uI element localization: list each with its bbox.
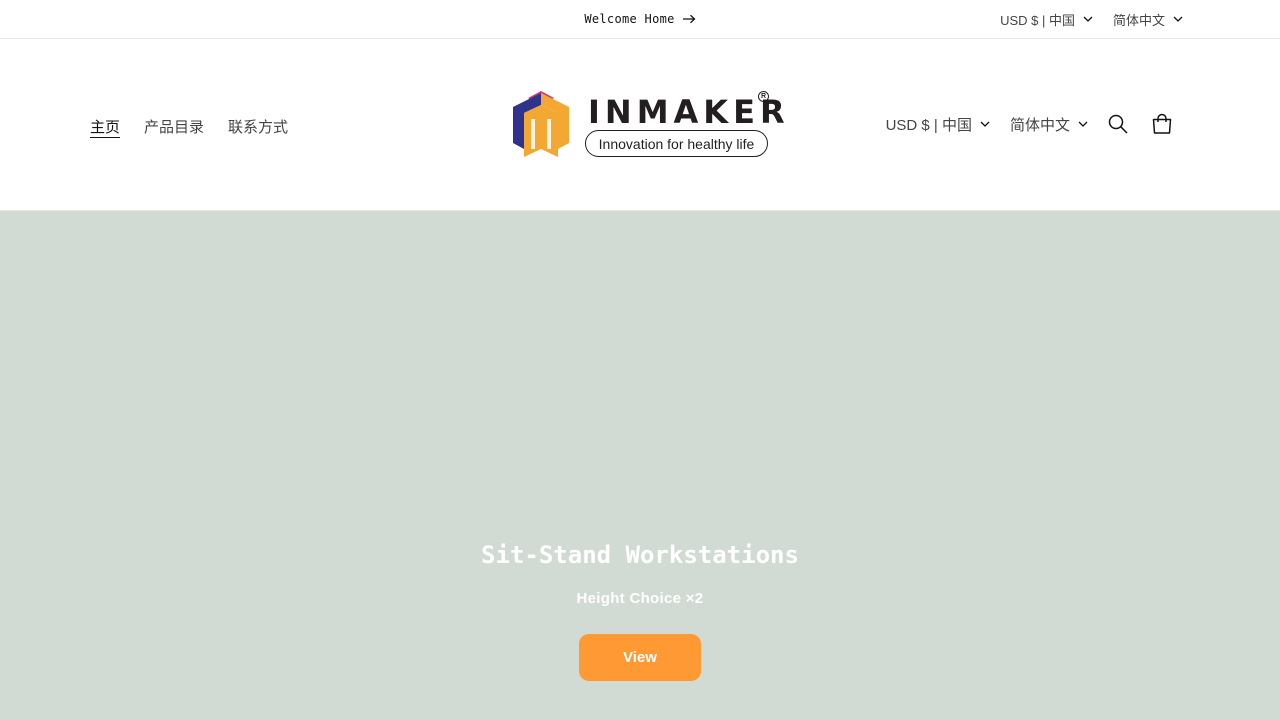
header-currency-label: USD $ | 中国: [885, 116, 972, 134]
top-currency-label: USD $ | 中国: [1000, 12, 1075, 28]
top-localization: USD $ | 中国 简体中文: [1000, 0, 1183, 38]
announcement-bar: Welcome Home USD $ | 中国 简体中文: [0, 0, 1280, 39]
chevron-down-icon: [1173, 16, 1183, 22]
header-actions: USD $ | 中国 简体中文: [886, 108, 1184, 140]
chevron-down-icon: [1078, 121, 1088, 127]
site-logo[interactable]: INMAKER R Innovation for healthy life: [510, 89, 785, 161]
search-button[interactable]: [1096, 102, 1140, 146]
main-nav: 主页 产品目录 联系方式: [78, 112, 300, 141]
logo-registered-mark: R: [758, 91, 769, 102]
cart-button[interactable]: [1140, 102, 1184, 146]
header-currency-selector[interactable]: USD $ | 中国: [886, 114, 990, 135]
top-language-label: 简体中文: [1112, 12, 1165, 28]
hero-title: Sit-Stand Workstations: [481, 541, 799, 569]
cart-icon: [1152, 113, 1172, 134]
hero-view-button[interactable]: View: [579, 634, 701, 681]
top-currency-selector[interactable]: USD $ | 中国: [1000, 10, 1093, 29]
logo-tagline: Innovation for healthy life: [585, 130, 768, 157]
top-language-selector[interactable]: 简体中文: [1113, 10, 1183, 29]
announcement-text: Welcome Home: [584, 12, 675, 26]
nav-item-home[interactable]: 主页: [78, 112, 132, 141]
nav-item-contact[interactable]: 联系方式: [216, 112, 300, 141]
hero-banner: Sit-Stand Workstations Height Choice ×2 …: [0, 211, 1280, 720]
arrow-right-icon: [682, 14, 696, 24]
header-language-label: 简体中文: [1009, 116, 1070, 134]
nav-item-catalog[interactable]: 产品目录: [132, 112, 216, 141]
hero-subtitle: Height Choice ×2: [576, 590, 704, 607]
chevron-down-icon: [980, 121, 990, 127]
header-language-selector[interactable]: 简体中文: [1010, 114, 1088, 135]
site-header: 主页 产品目录 联系方式 INMAKER R Innovation for he…: [0, 39, 1280, 211]
logo-cube-icon: [513, 91, 569, 157]
search-icon: [1108, 114, 1128, 134]
chevron-down-icon: [1083, 16, 1093, 22]
